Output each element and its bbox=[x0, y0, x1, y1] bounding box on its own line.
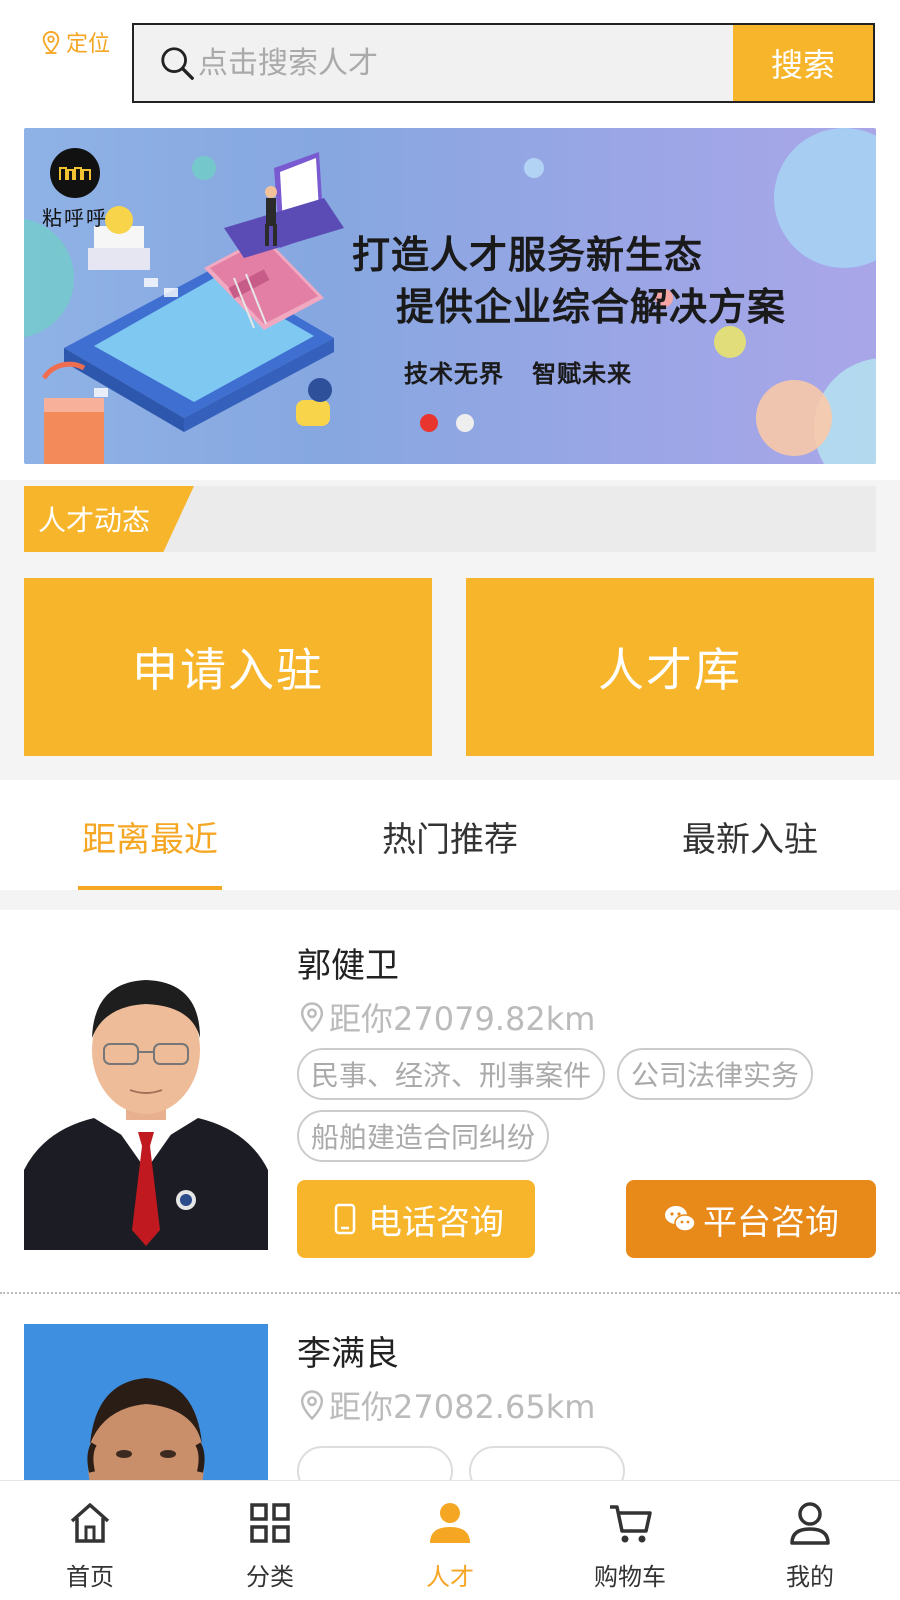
nav-label: 人才 bbox=[426, 1563, 474, 1591]
specialty-tag: 船舶建造合同纠纷 bbox=[297, 1110, 550, 1162]
location-pin-icon bbox=[300, 1002, 324, 1033]
user-icon bbox=[790, 1502, 830, 1545]
nav-cart[interactable]: 购物车 bbox=[540, 1481, 720, 1600]
nav-label: 购物车 bbox=[594, 1563, 666, 1591]
specialty-tag bbox=[469, 1446, 625, 1480]
platform-consult-label: 平台咨询 bbox=[703, 1202, 839, 1243]
nav-label: 首页 bbox=[66, 1563, 114, 1591]
search-icon bbox=[161, 47, 194, 80]
locate-button[interactable]: 定位 bbox=[40, 26, 110, 58]
brand-name: 粘呼呼 bbox=[42, 206, 108, 230]
home-icon bbox=[70, 1503, 110, 1543]
phone-icon bbox=[334, 1203, 356, 1235]
promo-banner[interactable]: 粘呼呼 打造人才服务新生态 提供企业综合解决方案 技术无界 智赋未来 bbox=[24, 128, 876, 464]
talent-name: 郭健卫 bbox=[297, 946, 399, 986]
top-bar: 定位 搜索 bbox=[0, 0, 900, 122]
specialty-tag: 公司法律实务 bbox=[617, 1048, 814, 1100]
distance-text: 距你27082.65km bbox=[329, 1388, 596, 1426]
tab-hot[interactable]: 热门推荐 bbox=[300, 780, 600, 890]
person-icon bbox=[430, 1503, 470, 1543]
carousel-dot[interactable] bbox=[456, 414, 474, 432]
nav-label: 我的 bbox=[786, 1563, 834, 1591]
banner-area: 粘呼呼 打造人才服务新生态 提供企业综合解决方案 技术无界 智赋未来 bbox=[0, 122, 900, 480]
carousel-dots bbox=[420, 414, 474, 432]
avatar bbox=[24, 950, 268, 1250]
talent-tags: 民事、经济、刑事案件 公司法律实务 船舶建造合同纠纷 bbox=[297, 1048, 857, 1162]
search-box: 搜索 bbox=[132, 23, 875, 103]
location-pin-icon bbox=[42, 30, 60, 54]
sort-tabs: 距离最近 热门推荐 最新入驻 bbox=[0, 780, 900, 890]
talent-card[interactable]: 李满良 距你27082.65km bbox=[0, 1298, 900, 1480]
phone-consult-button[interactable]: 电话咨询 bbox=[297, 1180, 535, 1258]
talent-distance: 距你27079.82km bbox=[297, 994, 595, 1040]
talent-library-button[interactable]: 人才库 bbox=[466, 578, 874, 756]
wechat-icon bbox=[665, 1206, 696, 1232]
phone-consult-label: 电话咨询 bbox=[368, 1202, 504, 1243]
tab-newest[interactable]: 最新入驻 bbox=[600, 780, 900, 890]
search-field-wrap bbox=[134, 25, 733, 101]
brand-logo: 粘呼呼 bbox=[42, 148, 108, 231]
nav-category[interactable]: 分类 bbox=[180, 1481, 360, 1600]
nav-home[interactable]: 首页 bbox=[0, 1481, 180, 1600]
banner-headline-1: 打造人才服务新生态 bbox=[352, 233, 704, 277]
talent-distance: 距你27082.65km bbox=[297, 1382, 595, 1428]
avatar bbox=[24, 1324, 268, 1480]
section-header: 人才动态 bbox=[24, 486, 876, 552]
talent-name: 李满良 bbox=[297, 1334, 399, 1374]
search-input[interactable] bbox=[198, 45, 698, 81]
location-pin-icon bbox=[300, 1390, 324, 1421]
grid-icon bbox=[250, 1503, 290, 1543]
talent-card[interactable]: 郭健卫 距你27079.82km 民事、经济、刑事案件 公司法律实务 船舶建造合… bbox=[0, 910, 900, 1294]
locate-label: 定位 bbox=[66, 32, 111, 57]
nav-mine[interactable]: 我的 bbox=[720, 1481, 900, 1600]
carousel-dot[interactable] bbox=[420, 414, 438, 432]
brand-logo-icon bbox=[50, 148, 100, 198]
platform-consult-button[interactable]: 平台咨询 bbox=[626, 1180, 876, 1258]
cart-icon bbox=[610, 1505, 652, 1543]
banner-slogan: 技术无界 智赋未来 bbox=[404, 360, 633, 388]
section-title: 人才动态 bbox=[24, 486, 194, 552]
distance-text: 距你27079.82km bbox=[329, 1000, 596, 1038]
bottom-nav: 首页 分类 人才 购物车 我的 bbox=[0, 1480, 900, 1600]
talent-list: 郭健卫 距你27079.82km 民事、经济、刑事案件 公司法律实务 船舶建造合… bbox=[0, 910, 900, 1480]
apply-join-button[interactable]: 申请入驻 bbox=[24, 578, 432, 756]
tab-nearest[interactable]: 距离最近 bbox=[0, 780, 300, 890]
nav-talent[interactable]: 人才 bbox=[360, 1481, 540, 1600]
banner-headline-2: 提供企业综合解决方案 bbox=[396, 285, 787, 329]
talent-tags bbox=[297, 1446, 625, 1480]
nav-label: 分类 bbox=[246, 1563, 294, 1591]
specialty-tag bbox=[297, 1446, 453, 1480]
search-button[interactable]: 搜索 bbox=[733, 25, 873, 101]
specialty-tag: 民事、经济、刑事案件 bbox=[297, 1048, 606, 1100]
